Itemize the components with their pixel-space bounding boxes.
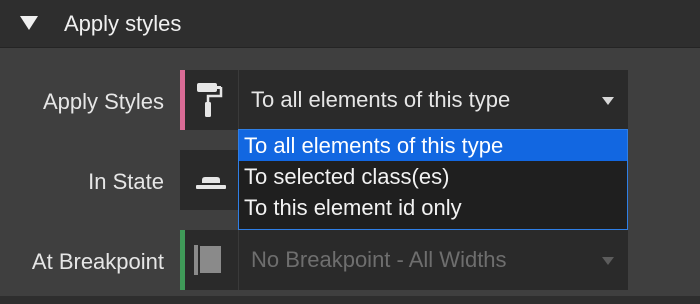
in-state-icon-box[interactable] <box>180 150 238 210</box>
dropdown-option-all-elements[interactable]: To all elements of this type <box>239 130 627 161</box>
at-breakpoint-accent <box>180 230 185 290</box>
apply-styles-accent <box>180 70 185 130</box>
state-button-icon <box>196 177 226 189</box>
apply-styles-select[interactable]: To all elements of this type <box>238 70 628 130</box>
section-title: Apply styles <box>64 11 182 36</box>
at-breakpoint-label: At Breakpoint <box>31 249 164 274</box>
chevron-down-icon <box>602 257 614 265</box>
triangle-down-icon[interactable] <box>20 16 38 30</box>
paint-roller-icon <box>197 83 223 117</box>
at-breakpoint-value: No Breakpoint - All Widths <box>251 247 507 272</box>
in-state-label: In State <box>88 169 164 194</box>
section-header[interactable]: Apply styles <box>0 0 700 48</box>
apply-styles-icon-box <box>180 70 238 130</box>
breakpoint-square-icon <box>194 245 221 275</box>
apply-styles-value: To all elements of this type <box>251 87 511 112</box>
chevron-down-icon <box>602 97 614 105</box>
apply-styles-label: Apply Styles <box>42 89 164 114</box>
panel-bottom-border <box>0 296 700 304</box>
apply-styles-dropdown-list[interactable]: To all elements of this type To selected… <box>238 129 628 230</box>
at-breakpoint-select: No Breakpoint - All Widths <box>238 230 628 290</box>
at-breakpoint-icon-box <box>180 230 238 290</box>
dropdown-option-selected-classes[interactable]: To selected class(es) <box>239 161 627 192</box>
dropdown-option-element-id[interactable]: To this element id only <box>239 192 627 223</box>
